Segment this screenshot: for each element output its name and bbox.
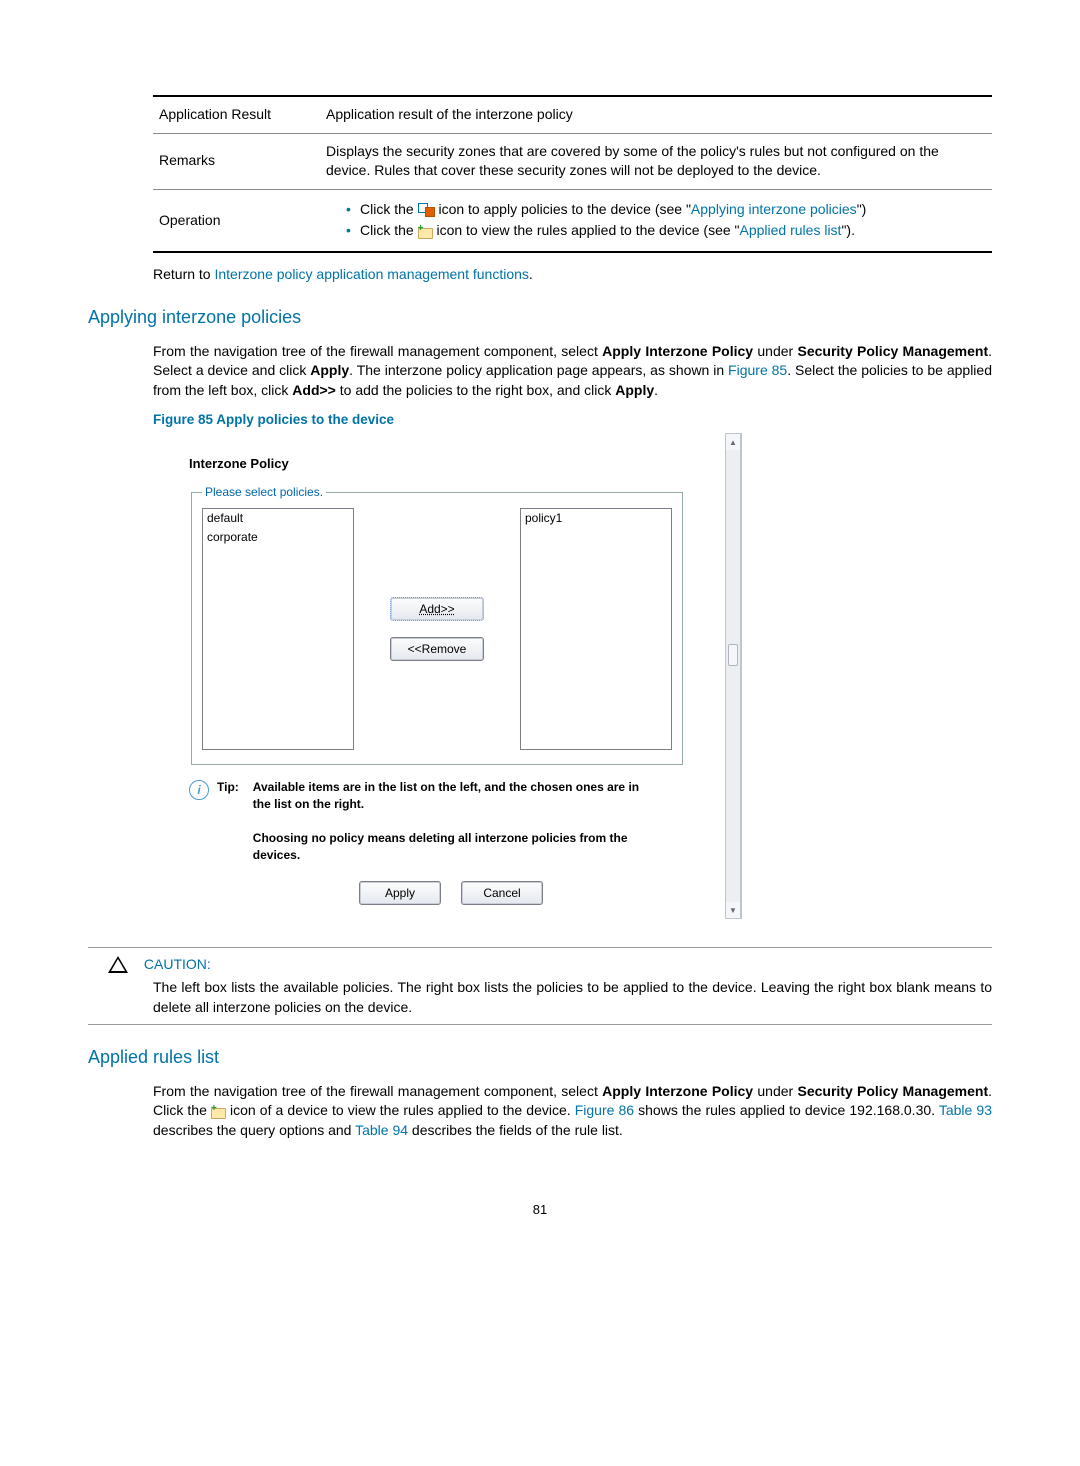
tip-line: Choosing no policy means deleting all in…: [253, 831, 628, 862]
text: under: [753, 1083, 797, 1099]
list-item[interactable]: default: [203, 509, 353, 528]
scroll-up-icon[interactable]: ▲: [726, 434, 740, 450]
text: describes the fields of the rule list.: [408, 1122, 623, 1138]
add-button[interactable]: Add>>: [390, 597, 484, 621]
section-heading-applying: Applying interzone policies: [88, 305, 992, 330]
section-body: From the navigation tree of the firewall…: [153, 342, 992, 401]
dialog-title: Interzone Policy: [189, 455, 713, 473]
applied-rules-icon: [211, 1106, 226, 1118]
field-name: Remarks: [153, 133, 320, 189]
field-name: Operation: [153, 189, 320, 252]
divider: [88, 947, 992, 948]
tip-block: i Tip: Available items are in the list o…: [189, 779, 659, 863]
available-policies-listbox[interactable]: default corporate: [202, 508, 354, 750]
apply-policy-icon: [418, 203, 435, 217]
scrollbar[interactable]: ▲ ▼: [725, 433, 741, 919]
applied-rules-icon: [418, 226, 433, 238]
table-row: Operation Click the icon to apply polici…: [153, 189, 992, 252]
text-strong: Add>>: [292, 382, 336, 398]
field-desc: Click the icon to apply policies to the …: [320, 189, 992, 252]
text-strong: Security Policy Management: [797, 343, 988, 359]
cancel-button[interactable]: Cancel: [461, 881, 543, 905]
return-link[interactable]: Interzone policy application management …: [214, 266, 528, 282]
text: under: [753, 343, 797, 359]
text: From the navigation tree of the firewall…: [153, 1083, 602, 1099]
text: .: [654, 382, 658, 398]
text-strong: Apply Interzone Policy: [602, 343, 753, 359]
scroll-thumb[interactable]: [728, 644, 738, 666]
list-item[interactable]: policy1: [521, 509, 671, 528]
section-body: From the navigation tree of the firewall…: [153, 1082, 992, 1141]
cross-ref-link[interactable]: Applied rules list: [740, 222, 842, 238]
text: describes the query options and: [153, 1122, 355, 1138]
return-line: Return to Interzone policy application m…: [153, 265, 992, 285]
list-item[interactable]: corporate: [203, 528, 353, 547]
selected-policies-listbox[interactable]: policy1: [520, 508, 672, 750]
bullet-text: icon to apply policies to the device (se…: [435, 201, 691, 217]
text: . The interzone policy application page …: [349, 362, 728, 378]
text: Return to: [153, 266, 214, 282]
section-heading-applied-rules: Applied rules list: [88, 1045, 992, 1070]
figure-ref-link[interactable]: Figure 85: [728, 362, 787, 378]
text: icon of a device to view the rules appli…: [226, 1102, 575, 1118]
text: shows the rules applied to device 192.16…: [634, 1102, 939, 1118]
caution-block: CAUTION:: [108, 954, 992, 974]
field-desc: Application result of the interzone poli…: [320, 96, 992, 133]
remove-button[interactable]: <<Remove: [390, 637, 484, 661]
figure-screenshot: ▲ ▼ Interzone Policy Please select polic…: [153, 433, 742, 919]
field-desc: Displays the security zones that are cov…: [320, 133, 992, 189]
cross-ref-link[interactable]: Applying interzone policies: [691, 201, 857, 217]
caution-icon: [108, 956, 128, 973]
text-strong: Apply: [615, 382, 654, 398]
text: to add the policies to the right box, an…: [336, 382, 615, 398]
table-ref-link[interactable]: Table 93: [939, 1102, 992, 1118]
field-description-table: Application Result Application result of…: [153, 95, 992, 253]
text: From the navigation tree of the firewall…: [153, 343, 602, 359]
bullet-text: ").: [841, 222, 855, 238]
tip-label: Tip:: [217, 779, 239, 863]
document-page: Application Result Application result of…: [0, 0, 1080, 1279]
figure-ref-link[interactable]: Figure 86: [575, 1102, 634, 1118]
scroll-down-icon[interactable]: ▼: [726, 902, 740, 918]
table-row: Application Result Application result of…: [153, 96, 992, 133]
figure-caption: Figure 85 Apply policies to the device: [153, 411, 992, 430]
caution-label: CAUTION:: [144, 956, 211, 972]
table-ref-link[interactable]: Table 94: [355, 1122, 408, 1138]
field-name: Application Result: [153, 96, 320, 133]
caution-body: The left box lists the available policie…: [153, 978, 992, 1017]
text-strong: Apply Interzone Policy: [602, 1083, 753, 1099]
table-row: Remarks Displays the security zones that…: [153, 133, 992, 189]
fieldset-legend: Please select policies.: [202, 484, 326, 501]
select-policies-fieldset: Please select policies. default corporat…: [191, 484, 683, 766]
bullet-text: Click the: [360, 201, 418, 217]
tip-text: Available items are in the list on the l…: [253, 779, 659, 863]
bullet-text: "): [857, 201, 867, 217]
text: .: [529, 266, 533, 282]
text-strong: Apply: [310, 362, 349, 378]
tip-line: Available items are in the list on the l…: [253, 780, 639, 811]
bullet-text: Click the: [360, 222, 418, 238]
page-number: 81: [88, 1201, 992, 1219]
bullet-text: icon to view the rules applied to the de…: [433, 222, 740, 238]
apply-button[interactable]: Apply: [359, 881, 441, 905]
divider: [88, 1024, 992, 1025]
tip-icon: i: [189, 780, 209, 800]
text-strong: Security Policy Management: [797, 1083, 988, 1099]
